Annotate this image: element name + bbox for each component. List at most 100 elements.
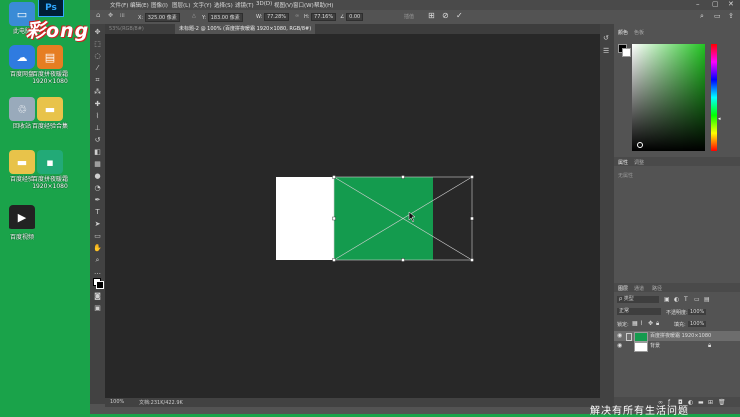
tab-properties[interactable]: 属性	[618, 159, 628, 166]
filter-shape-icon[interactable]: ▭	[694, 296, 700, 303]
transform-handle-bottom-right[interactable]	[470, 258, 474, 262]
layer-filter-kind[interactable]: ρ 类型	[617, 296, 659, 303]
home-icon[interactable]: ⌂	[96, 11, 100, 19]
y-field[interactable]: 183.00 像素	[207, 13, 243, 22]
transform-handle-top-left[interactable]	[332, 175, 336, 179]
filter-pixel-icon[interactable]: ▣	[664, 296, 670, 303]
menu-layer[interactable]: 图层(L)	[172, 1, 190, 9]
cancel-icon[interactable]: ⊘	[442, 11, 449, 20]
lock-brush-icon[interactable]: ⌇	[640, 320, 643, 327]
background-color-swatch[interactable]	[96, 281, 104, 289]
eyedropper-tool-icon[interactable]: ⁂	[93, 88, 102, 97]
lock-move-icon[interactable]: ✥	[648, 320, 653, 327]
transform-handle-bottom-left[interactable]	[332, 258, 336, 262]
clone-stamp-tool-icon[interactable]: ⊥	[93, 124, 102, 133]
eraser-tool-icon[interactable]: ◧	[93, 148, 102, 157]
transform-handle-top[interactable]	[401, 175, 405, 179]
new-group-icon[interactable]: ▬	[698, 399, 704, 406]
menu-file[interactable]: 文件(F)	[110, 1, 128, 9]
tab-channels[interactable]: 通道	[634, 285, 644, 292]
width-field[interactable]: 77.28%	[263, 13, 290, 21]
fill-field[interactable]: 100%	[688, 321, 707, 327]
reference-point-icon[interactable]: ⁞⁞⁞	[120, 13, 125, 20]
tab-paths[interactable]: 路径	[652, 285, 662, 292]
filter-smart-object-icon[interactable]: ▤	[704, 296, 710, 303]
gradient-tool-icon[interactable]: ▦	[93, 160, 102, 169]
menu-image[interactable]: 图像(I)	[151, 1, 168, 9]
delete-layer-icon[interactable]: 🗑︎	[718, 399, 726, 406]
marquee-tool-icon[interactable]: ⬚	[93, 40, 102, 49]
tab-document-1[interactable]: 53%(RGB/8#)	[105, 24, 148, 34]
menu-edit[interactable]: 编辑(E)	[130, 1, 149, 9]
x-field[interactable]: 325.00 像素	[144, 13, 180, 22]
link-icon[interactable]: ∞	[295, 13, 299, 20]
path-selection-tool-icon[interactable]: ➤	[93, 220, 102, 229]
opacity-field[interactable]: 100%	[688, 309, 707, 315]
workspace-icon[interactable]: ▭	[714, 12, 721, 20]
relative-position-icon[interactable]: △	[192, 13, 196, 20]
layer-row-green[interactable]: ◉ 百度拼夜暖霜 1920×1080	[614, 331, 740, 342]
color-picker-cursor[interactable]	[637, 142, 643, 148]
layer-row-background[interactable]: ◉ 背景 🔒︎	[614, 341, 740, 352]
menu-select[interactable]: 选择(S)	[214, 1, 233, 9]
transform-handle-left[interactable]	[332, 216, 336, 221]
share-icon[interactable]: ⇪	[728, 12, 734, 20]
desktop-icon-baidu-video[interactable]: ▶ 百度视频	[0, 205, 44, 241]
minimize-icon[interactable]: –	[696, 0, 700, 8]
menu-3d[interactable]: 3D(D)	[256, 1, 272, 7]
menu-window[interactable]: 窗口(W)	[293, 1, 314, 9]
search-icon[interactable]: ⌕	[700, 12, 704, 20]
tab-color[interactable]: 颜色	[618, 29, 628, 36]
hue-slider[interactable]	[711, 44, 717, 151]
document-size[interactable]: 文档:231K/422.9K	[139, 399, 183, 406]
interpolation-label[interactable]: 插值	[404, 13, 414, 20]
hand-tool-icon[interactable]: ✋	[93, 244, 102, 253]
visibility-eye-icon[interactable]: ◉	[617, 331, 622, 341]
screen-mode-icon[interactable]: ▣	[93, 304, 102, 313]
desktop-icon-archive[interactable]: ▤ 百度拼夜暖霜 1920×1080	[28, 45, 72, 85]
transform-handle-bottom[interactable]	[401, 258, 405, 262]
desktop-icon-image-file[interactable]: ▪ 百度拼夜暖霜 1920×1080	[28, 150, 72, 190]
close-icon[interactable]: ✕	[728, 0, 734, 8]
tab-adjustments[interactable]: 调整	[634, 159, 644, 166]
menu-view[interactable]: 视图(V)	[274, 1, 293, 9]
hue-slider-handle[interactable]: ◂	[718, 116, 721, 122]
pen-tool-icon[interactable]: ✒	[93, 196, 102, 205]
desktop-icon-folder-collection[interactable]: ▬ 百度经验合集	[28, 97, 72, 130]
visibility-eye-icon[interactable]: ◉	[617, 341, 622, 351]
color-picker-field[interactable]	[632, 44, 705, 151]
layer-name[interactable]: 背景	[650, 341, 660, 351]
document-canvas[interactable]	[105, 34, 600, 398]
blend-mode-select[interactable]: 正常	[617, 308, 661, 315]
new-layer-icon[interactable]: ⊞	[708, 399, 713, 406]
properties-panel-icon[interactable]: ☰	[603, 47, 609, 55]
check-icon[interactable]: ✓	[456, 11, 463, 20]
move-tool-icon[interactable]: ✥	[108, 12, 113, 19]
lasso-tool-icon[interactable]: ◌	[93, 52, 102, 61]
more-tools-icon[interactable]: …	[93, 268, 102, 277]
quick-mask-icon[interactable]: ◙	[93, 292, 102, 301]
warp-icon[interactable]: ⊞	[428, 11, 435, 20]
crop-tool-icon[interactable]: ⌗	[93, 76, 102, 85]
filter-adjustment-icon[interactable]: ◐	[674, 296, 679, 303]
canvas-area[interactable]	[105, 34, 600, 398]
zoom-level[interactable]: 100%	[110, 399, 124, 405]
rectangle-tool-icon[interactable]: ▭	[93, 232, 102, 241]
angle-field[interactable]: 0.00	[346, 13, 364, 21]
menu-type[interactable]: 文字(Y)	[193, 1, 212, 9]
menu-help[interactable]: 帮助(H)	[314, 1, 333, 9]
tab-swatches[interactable]: 色板	[634, 29, 644, 36]
photoshop-logo[interactable]: Ps	[38, 0, 64, 17]
history-panel-icon[interactable]: ↺	[603, 34, 609, 42]
healing-brush-tool-icon[interactable]: ✚	[93, 100, 102, 109]
blur-tool-icon[interactable]: ●	[93, 172, 102, 181]
history-brush-tool-icon[interactable]: ↺	[93, 136, 102, 145]
filter-type-icon[interactable]: T	[684, 296, 688, 303]
menu-filter[interactable]: 滤镜(T)	[235, 1, 254, 9]
dodge-tool-icon[interactable]: ◔	[93, 184, 102, 193]
move-tool-icon[interactable]: ✥	[93, 28, 102, 37]
transform-handle-right[interactable]	[470, 216, 474, 221]
transform-handle-top-right[interactable]	[470, 175, 474, 179]
layer-name[interactable]: 百度拼夜暖霜 1920×1080	[650, 331, 711, 341]
magic-wand-tool-icon[interactable]: ⁄	[93, 64, 102, 73]
